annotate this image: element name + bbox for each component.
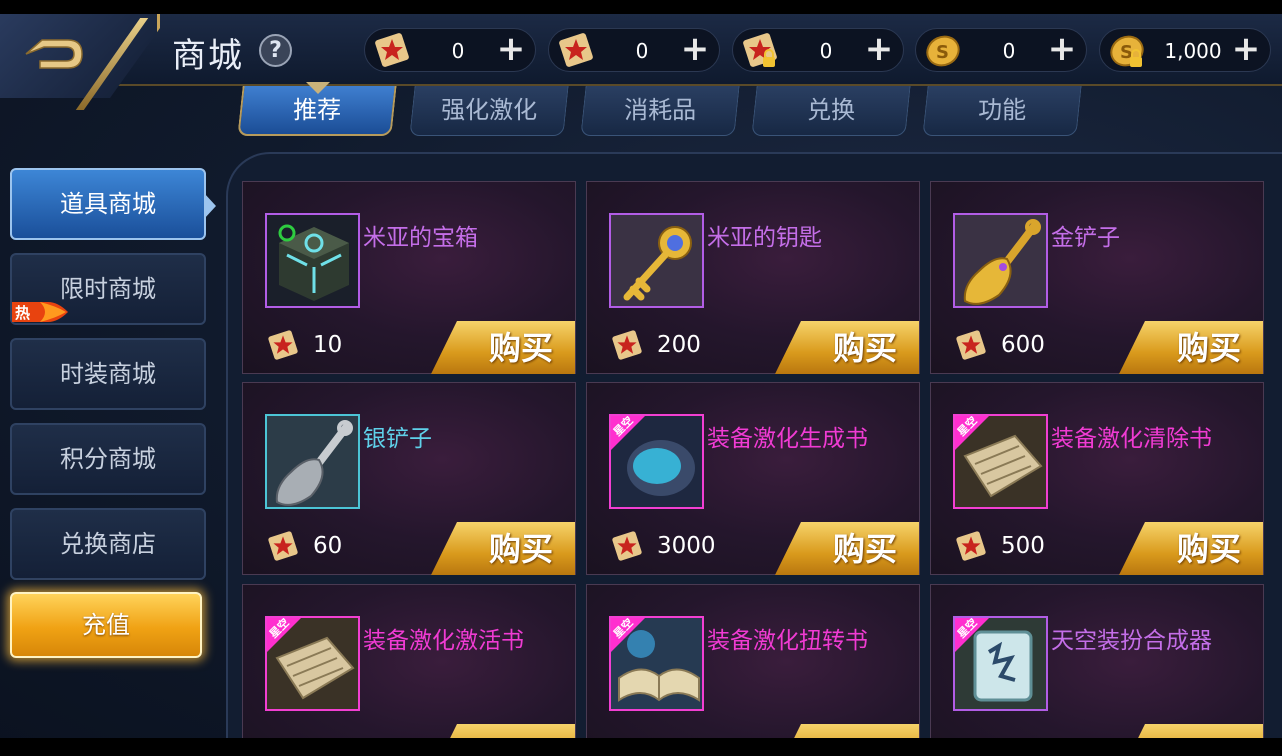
item-price: 200 bbox=[657, 332, 701, 358]
item-card: 金铲子 600 购买 bbox=[930, 181, 1264, 374]
item-icon-frame[interactable] bbox=[609, 213, 704, 308]
item-price: 10 bbox=[313, 332, 343, 358]
buy-button[interactable]: 购买 bbox=[1119, 522, 1263, 575]
treasure-box-icon bbox=[278, 224, 349, 301]
silver-shovel-icon bbox=[267, 416, 358, 507]
svg-text:S: S bbox=[936, 42, 949, 63]
currency-locked-gold: S 1,000 + bbox=[1099, 28, 1271, 72]
currency-value: 0 bbox=[635, 39, 649, 63]
item-name: 银铲子 bbox=[363, 426, 432, 452]
bottom-letterbox bbox=[0, 738, 1282, 756]
top-letterbox bbox=[0, 0, 1282, 14]
buy-button[interactable]: 购买 bbox=[431, 321, 575, 374]
buy-button[interactable]: 购买 bbox=[775, 522, 919, 575]
add-currency-button[interactable]: + bbox=[495, 32, 527, 66]
item-name: 装备激化清除书 bbox=[1051, 426, 1212, 452]
red-scroll-icon bbox=[268, 531, 298, 561]
item-icon-frame[interactable]: 星空 bbox=[953, 414, 1048, 509]
tab-label: 强化激化 bbox=[441, 96, 538, 124]
red-scroll-icon bbox=[559, 33, 593, 67]
item-name: 装备激化激活书 bbox=[363, 628, 524, 654]
tab-label: 消耗品 bbox=[624, 96, 697, 124]
item-card: 星空 天空装扮合成器 bbox=[930, 584, 1264, 756]
currency-value: 0 bbox=[819, 39, 833, 63]
hot-badge-label: 热 bbox=[15, 304, 30, 322]
sidebar-item-exchange-store[interactable]: 兑换商店 bbox=[10, 508, 206, 580]
item-icon-frame[interactable]: 星空 bbox=[609, 414, 704, 509]
item-icon-frame[interactable]: 星空 bbox=[265, 616, 360, 711]
item-icon-frame[interactable] bbox=[265, 213, 360, 308]
item-name: 米亚的钥匙 bbox=[707, 225, 822, 251]
buy-button[interactable]: 购买 bbox=[1119, 321, 1263, 374]
sidebar-item-points-shop[interactable]: 积分商城 bbox=[10, 423, 206, 495]
red-scroll-icon bbox=[612, 330, 642, 360]
help-icon[interactable]: ? bbox=[259, 34, 292, 67]
item-card: 银铲子 60 购买 bbox=[242, 382, 576, 575]
item-price: 60 bbox=[313, 533, 343, 559]
red-scroll-icon bbox=[612, 531, 642, 561]
golden-key-icon bbox=[611, 215, 702, 306]
tab-pointer bbox=[306, 82, 330, 94]
item-price: 500 bbox=[1001, 533, 1045, 559]
golden-shovel-icon bbox=[955, 215, 1046, 306]
gold-coin-icon: S bbox=[926, 35, 960, 67]
locked-scroll-icon bbox=[743, 33, 777, 67]
item-price: 3000 bbox=[657, 533, 716, 559]
add-currency-button[interactable]: + bbox=[1046, 32, 1078, 66]
header-bar: 商城 ? 0 + 0 + 0 + S 0 + S 1,000 + bbox=[0, 14, 1282, 110]
page-title: 商城 bbox=[172, 36, 244, 76]
red-scroll-icon bbox=[956, 531, 986, 561]
tab-label: 功能 bbox=[978, 96, 1027, 124]
currency-gold: S 0 + bbox=[915, 28, 1087, 72]
back-arrow-icon bbox=[25, 39, 83, 69]
tab-consumables[interactable]: 消耗品 bbox=[580, 86, 740, 136]
item-icon-frame[interactable] bbox=[265, 414, 360, 509]
item-name: 金铲子 bbox=[1051, 225, 1120, 251]
item-name: 装备激化生成书 bbox=[707, 426, 868, 452]
item-name: 天空装扮合成器 bbox=[1051, 628, 1212, 654]
red-scroll-icon bbox=[375, 33, 409, 67]
item-icon-frame[interactable]: 星空 bbox=[953, 616, 1048, 711]
add-currency-button[interactable]: + bbox=[1230, 32, 1262, 66]
tab-enhance[interactable]: 强化激化 bbox=[409, 86, 569, 136]
red-scroll-icon bbox=[268, 330, 298, 360]
add-currency-button[interactable]: + bbox=[679, 32, 711, 66]
sidebar-item-fashion-shop[interactable]: 时装商城 bbox=[10, 338, 206, 410]
currency-scroll-2: 0 + bbox=[548, 28, 720, 72]
item-card: 星空 装备激化扭转书 bbox=[586, 584, 920, 756]
hot-badge: 热 bbox=[12, 302, 68, 322]
currency-locked-scroll: 0 + bbox=[732, 28, 904, 72]
locked-coin-icon: S bbox=[1110, 35, 1144, 67]
tab-functions[interactable]: 功能 bbox=[922, 86, 1082, 136]
recharge-button[interactable]: 充值 bbox=[10, 592, 202, 658]
currency-value: 1,000 bbox=[1164, 39, 1222, 63]
item-name: 米亚的宝箱 bbox=[363, 225, 478, 251]
currency-scroll: 0 + bbox=[364, 28, 536, 72]
item-icon-frame[interactable]: 星空 bbox=[609, 616, 704, 711]
item-icon-frame[interactable] bbox=[953, 213, 1048, 308]
add-currency-button[interactable]: + bbox=[863, 32, 895, 66]
item-card: 米亚的钥匙 200 购买 bbox=[586, 181, 920, 374]
sidebar-item-item-shop[interactable]: 道具商城 bbox=[10, 168, 206, 240]
item-card: 星空 装备激化清除书 500 购买 bbox=[930, 382, 1264, 575]
sidebar-pointer bbox=[204, 193, 216, 219]
item-name: 装备激化扭转书 bbox=[707, 628, 868, 654]
item-card: 星空 装备激化激活书 bbox=[242, 584, 576, 756]
item-price: 600 bbox=[1001, 332, 1045, 358]
shop-screen: 商城 ? 0 + 0 + 0 + S 0 + S 1,000 + 推荐 强化激化… bbox=[0, 0, 1282, 756]
buy-button[interactable]: 购买 bbox=[775, 321, 919, 374]
item-card: 米亚的宝箱 10 购买 bbox=[242, 181, 576, 374]
currency-value: 0 bbox=[451, 39, 465, 63]
item-card: 星空 装备激化生成书 3000 购买 bbox=[586, 382, 920, 575]
buy-button[interactable]: 购买 bbox=[431, 522, 575, 575]
tab-exchange[interactable]: 兑换 bbox=[751, 86, 911, 136]
tab-label: 兑换 bbox=[807, 96, 856, 124]
currency-value: 0 bbox=[1002, 39, 1016, 63]
red-scroll-icon bbox=[956, 330, 986, 360]
